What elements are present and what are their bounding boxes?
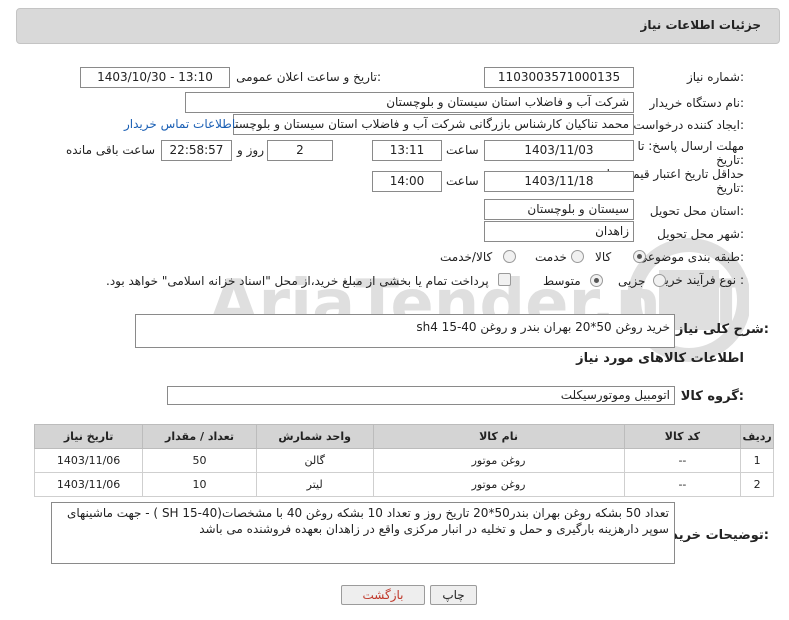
days-remaining-field: 2 bbox=[267, 140, 333, 161]
category-radio-service[interactable] bbox=[571, 250, 584, 263]
category-option-goods: کالا bbox=[595, 250, 612, 264]
cell-unit: گالن bbox=[255, 448, 374, 473]
city-field: زاهدان bbox=[484, 221, 634, 242]
col-code: کد کالا bbox=[623, 424, 742, 449]
province-field: سیستان و بلوچستان bbox=[484, 199, 634, 220]
deadline-time-field: 13:11 bbox=[372, 140, 442, 161]
col-quantity: تعداد / مقدار bbox=[142, 424, 257, 449]
print-button[interactable]: چاپ bbox=[430, 585, 477, 605]
buyer-notes-label: توضیحات خریدار: bbox=[659, 528, 769, 543]
cell-date: 1403/11/06 bbox=[33, 472, 144, 497]
category-radio-goods-service[interactable] bbox=[503, 250, 516, 263]
creator-label: ایجاد کننده درخواست: bbox=[633, 118, 744, 132]
days-label: روز و bbox=[237, 143, 264, 157]
category-option-service: خدمت bbox=[535, 250, 567, 264]
goods-table: ردیف کد کالا نام کالا واحد شمارش تعداد /… bbox=[33, 424, 774, 497]
cell-code: -- bbox=[623, 448, 742, 473]
payment-checkbox[interactable] bbox=[498, 273, 511, 286]
table-row: 2 -- روغن موتور لیتر 10 1403/11/06 bbox=[33, 472, 774, 497]
validity-time-label: ساعت bbox=[446, 174, 479, 188]
process-radio-minor[interactable] bbox=[653, 274, 666, 287]
table-row: 1 -- روغن موتور گالن 50 1403/11/06 bbox=[33, 448, 774, 473]
creator-field: محمد تناکیان کارشناس بازرگانی شرکت آب و … bbox=[233, 114, 634, 135]
buyer-contact-link[interactable]: اطلاعات تماس خریدار bbox=[124, 117, 235, 131]
buyer-notes-field: تعداد 50 بشکه روغن بهران بندر50*20 تاریخ… bbox=[51, 502, 675, 564]
province-label: استان محل تحویل: bbox=[649, 204, 744, 218]
announce-field: 1403/10/30 - 13:10 bbox=[80, 67, 230, 88]
cell-name: روغن موتور bbox=[372, 448, 625, 473]
col-name: نام کالا bbox=[372, 424, 625, 449]
cell-date: 1403/11/06 bbox=[33, 448, 144, 473]
description-field: خرید روغن 50*20 بهران بندر و روغن sh4 15… bbox=[135, 314, 675, 348]
process-option-minor: جزیی bbox=[618, 274, 646, 288]
time-remaining-label: ساعت باقی مانده bbox=[66, 143, 156, 157]
cell-name: روغن موتور bbox=[372, 472, 625, 497]
payment-note: پرداخت تمام یا بخشی از مبلغ خرید،از محل … bbox=[106, 274, 489, 288]
cell-code: -- bbox=[623, 472, 742, 497]
process-option-medium: متوسط bbox=[543, 274, 581, 288]
category-option-goods-service: کالا/خدمت bbox=[440, 250, 493, 264]
validity-date-field: 1403/11/18 bbox=[484, 171, 634, 192]
deadline-time-label: ساعت bbox=[446, 143, 479, 157]
deadline-label-date: تاریخ: bbox=[716, 153, 744, 167]
col-row: ردیف bbox=[740, 424, 774, 449]
category-radio-goods[interactable] bbox=[633, 250, 646, 263]
deadline-label: مهلت ارسال پاسخ: تا bbox=[637, 139, 744, 153]
validity-time-field: 14:00 bbox=[372, 171, 442, 192]
time-remaining-field: 22:58:57 bbox=[161, 140, 232, 161]
city-label: شهر محل تحویل: bbox=[657, 227, 744, 241]
buyer-org-label: نام دستگاه خریدار: bbox=[649, 96, 745, 110]
announce-label: تاریخ و ساعت اعلان عمومی: bbox=[236, 70, 381, 84]
cell-quantity: 50 bbox=[142, 448, 257, 473]
page-title: جزئیات اطلاعات نیاز bbox=[640, 18, 761, 32]
buyer-org-field: شرکت آب و فاضلاب استان سیستان و بلوچستان bbox=[185, 92, 634, 113]
goods-group-label: گروه کالا: bbox=[680, 389, 744, 404]
col-date: تاریخ نیاز bbox=[33, 424, 144, 449]
back-button[interactable]: بازگشت bbox=[341, 585, 425, 605]
col-unit: واحد شمارش bbox=[255, 424, 374, 449]
goods-section-title: اطلاعات کالاهای مورد نیاز bbox=[576, 351, 744, 366]
goods-group-field: اتومبیل وموتورسیکلت bbox=[167, 386, 675, 405]
cell-row: 2 bbox=[740, 472, 774, 497]
process-radio-medium[interactable] bbox=[590, 274, 603, 287]
description-label: شرح کلی نیاز: bbox=[675, 322, 769, 337]
cell-row: 1 bbox=[740, 448, 774, 473]
cell-quantity: 10 bbox=[142, 472, 257, 497]
category-label: طبقه بندی موضوعی: bbox=[637, 250, 744, 264]
validity-label-date: تاریخ: bbox=[716, 181, 744, 195]
cell-unit: لیتر bbox=[255, 472, 374, 497]
need-number-field: 1103003571000135 bbox=[484, 67, 634, 88]
goods-table-header: ردیف کد کالا نام کالا واحد شمارش تعداد /… bbox=[33, 424, 774, 449]
deadline-date-field: 1403/11/03 bbox=[484, 140, 634, 161]
process-label: نوع فرآیند خرید : bbox=[659, 273, 744, 287]
need-number-label: شماره نیاز: bbox=[686, 70, 744, 84]
